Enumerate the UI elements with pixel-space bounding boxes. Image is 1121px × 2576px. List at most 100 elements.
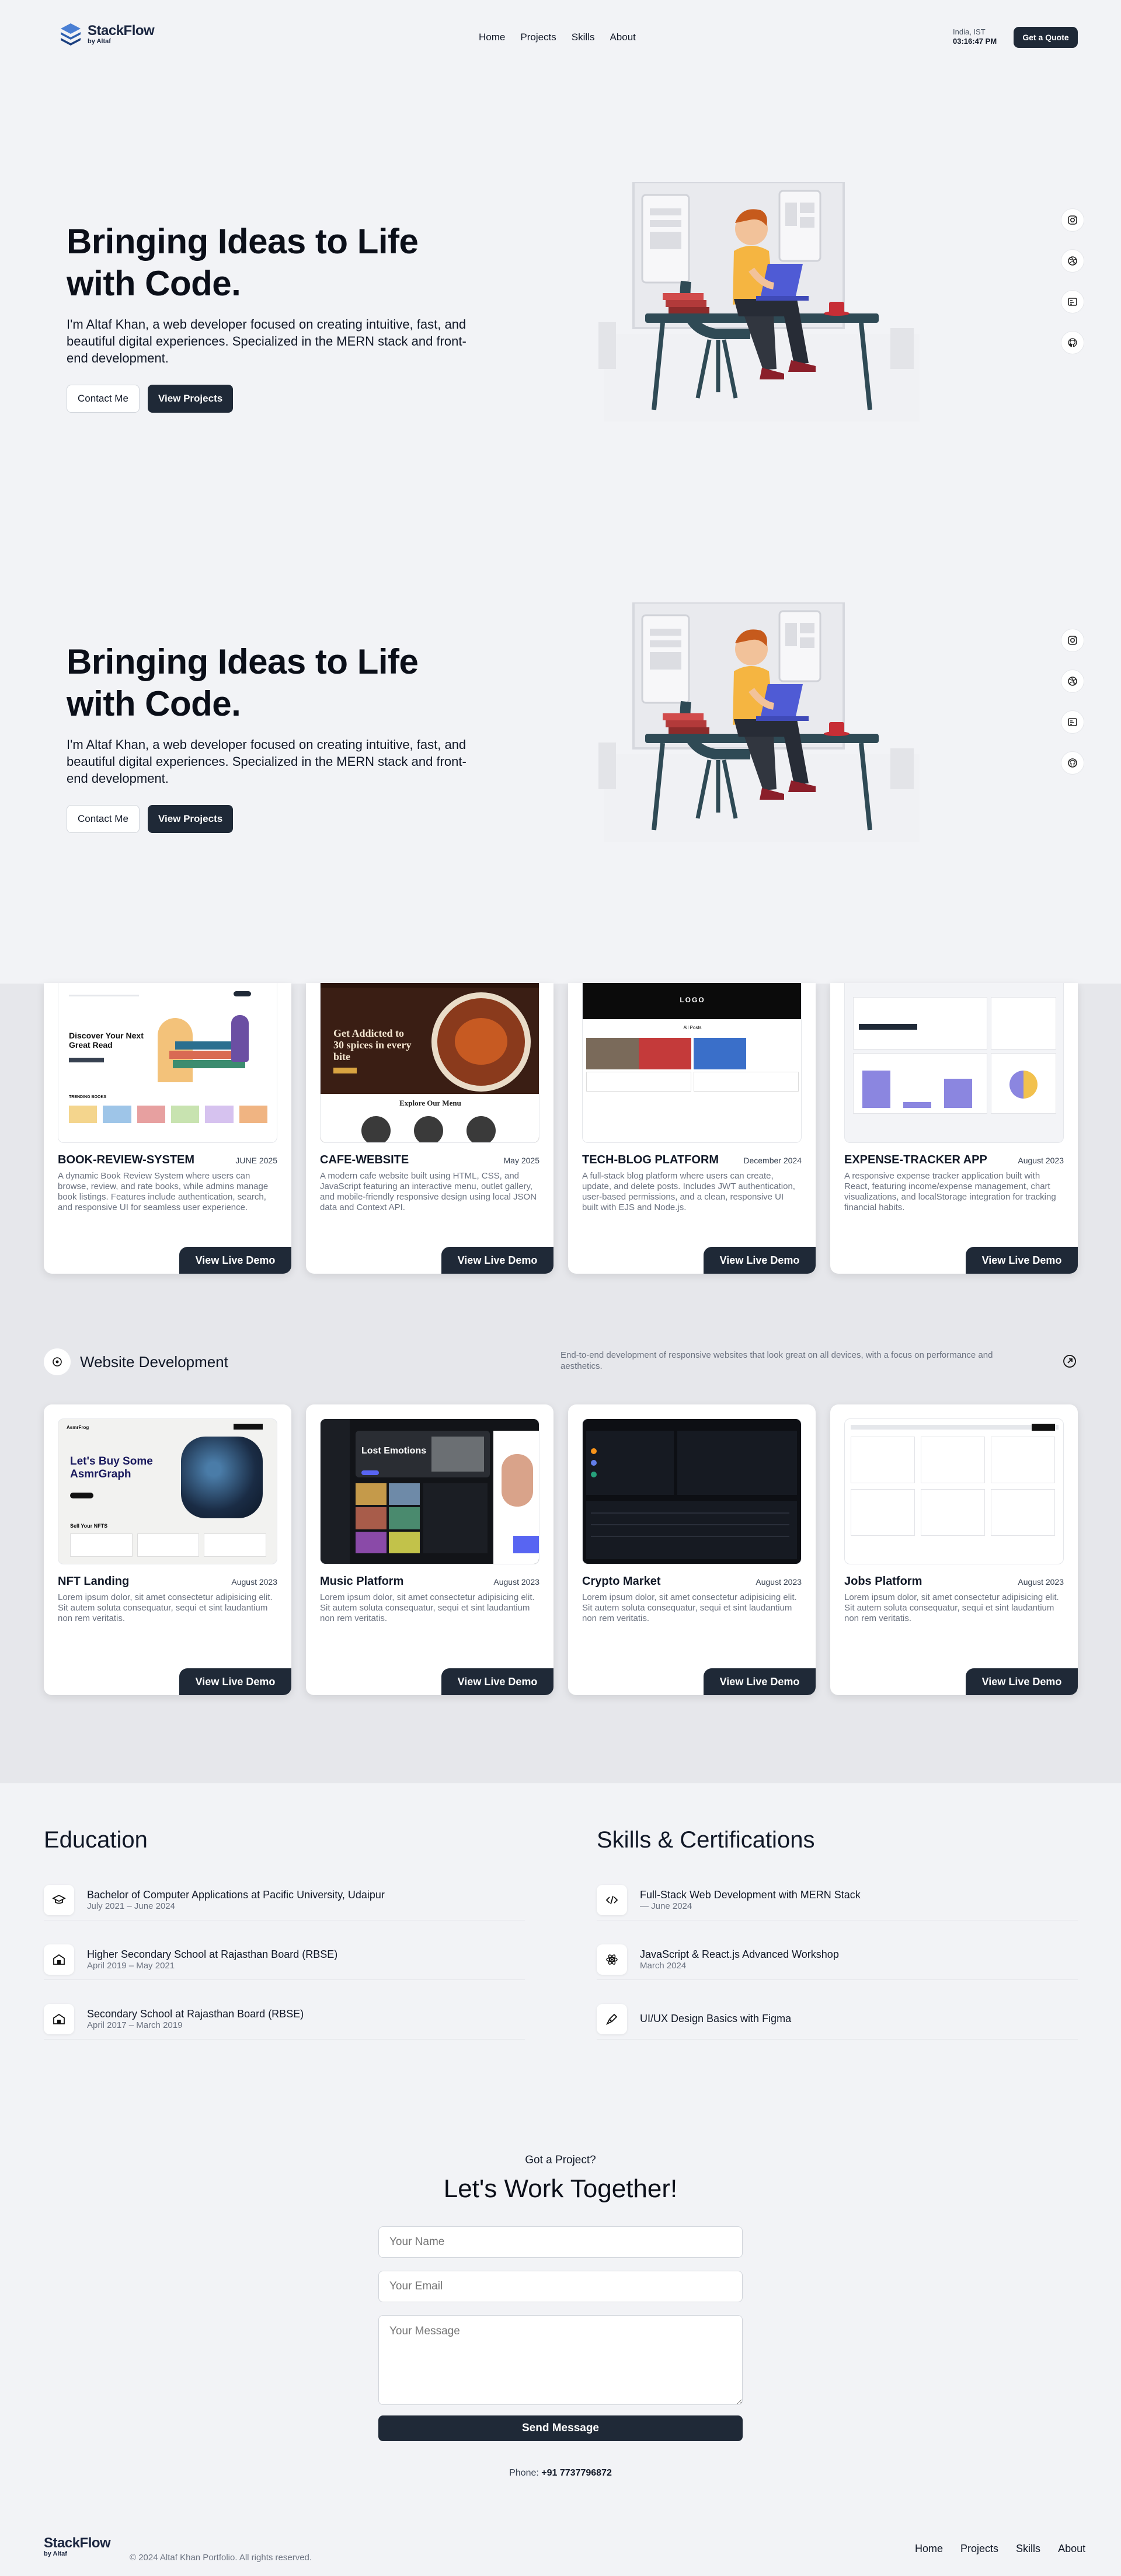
- stack-logo-icon: [61, 23, 81, 46]
- project-title: Jobs Platform: [844, 1575, 922, 1588]
- hero-buttons: Contact Me View Projects: [67, 805, 234, 833]
- design-pen-icon: [605, 2013, 618, 2025]
- project-screenshot-music: Lost Emotions: [320, 1418, 539, 1564]
- graduation-cap-icon: [52, 1894, 66, 1904]
- project-title: TECH-BLOG PLATFORM: [582, 1153, 719, 1166]
- education-item-title: Secondary School at Rajasthan Board (RBS…: [87, 2007, 304, 2020]
- footer-link-about[interactable]: About: [1058, 2543, 1085, 2555]
- project-title: BOOK-REVIEW-SYSTEM: [58, 1153, 195, 1166]
- footer-links: Home Projects Skills About: [915, 2543, 1085, 2555]
- education-item: Secondary School at Rajasthan Board (RBS…: [44, 1999, 525, 2040]
- github-link[interactable]: [1061, 331, 1084, 354]
- email-input[interactable]: [378, 2271, 743, 2302]
- instagram-link[interactable]: [1061, 629, 1084, 652]
- cafe-thumb-headline: Get Addicted to 30 spices in every bite: [333, 1027, 412, 1062]
- instagram-icon: [1068, 215, 1077, 225]
- project-title: NFT Landing: [58, 1575, 130, 1588]
- project-date: August 2023: [231, 1577, 277, 1587]
- project-title: CAFE-WEBSITE: [320, 1153, 409, 1166]
- nft-thumb-brand: AsmrFrog: [67, 1425, 89, 1430]
- education-item-date: April 2019 – May 2021: [87, 1960, 175, 1971]
- skill-item: JavaScript & React.js Advanced Workshop M…: [597, 1939, 1078, 1980]
- project-card: AsmrFrog Let's Buy Some AsmrGraph Sell Y…: [44, 1404, 291, 1695]
- skill-item-icon: [597, 1944, 627, 1975]
- name-input[interactable]: [378, 2226, 743, 2258]
- education-item-date: July 2021 – June 2024: [87, 1901, 175, 1911]
- education-item: Bachelor of Computer Applications at Pac…: [44, 1880, 525, 1920]
- instagram-link[interactable]: [1061, 208, 1084, 232]
- social-links: [1061, 629, 1084, 775]
- skill-item-title: UI/UX Design Basics with Figma: [640, 2013, 792, 2024]
- local-time: India, IST 03:16:47 PM: [953, 27, 997, 46]
- view-live-demo-button[interactable]: View Live Demo: [179, 1247, 291, 1274]
- view-live-demo-button[interactable]: View Live Demo: [966, 1668, 1078, 1695]
- hero-intro: I'm Altaf Khan, a web developer focused …: [67, 737, 466, 786]
- book-thumb-sub: TRENDING BOOKS: [69, 1095, 107, 1099]
- send-message-button[interactable]: Send Message: [378, 2415, 743, 2441]
- logo[interactable]: StackFlow by Altaf: [60, 22, 155, 46]
- contact-eyebrow: Got a Project?: [525, 2154, 596, 2166]
- skill-item-title: Full-Stack Web Development with MERN Sta…: [640, 1888, 861, 1901]
- message-textarea[interactable]: [378, 2315, 743, 2405]
- nav-link-projects[interactable]: Projects: [520, 32, 556, 43]
- education-item-icon: [44, 2003, 74, 2034]
- project-date: December 2024: [743, 1156, 802, 1165]
- footer-link-projects[interactable]: Projects: [960, 2543, 998, 2555]
- website-development-header: Website Development: [44, 1348, 228, 1375]
- view-live-demo-button[interactable]: View Live Demo: [179, 1668, 291, 1695]
- dribbble-link[interactable]: [1061, 249, 1084, 273]
- view-live-demo-button[interactable]: View Live Demo: [441, 1668, 553, 1695]
- react-atom-icon: [606, 1954, 618, 1965]
- github-icon: [1068, 338, 1077, 347]
- nft-thumb-sub: Sell Your NFTS: [70, 1523, 108, 1529]
- hero-buttons: Contact Me View Projects: [67, 385, 234, 413]
- contact-title: Let's Work Together!: [443, 2174, 678, 2203]
- footer-link-skills[interactable]: Skills: [1016, 2543, 1040, 2555]
- education-item-icon: [44, 1944, 74, 1975]
- view-live-demo-button[interactable]: View Live Demo: [966, 1247, 1078, 1274]
- get-quote-button[interactable]: Get a Quote: [1014, 27, 1078, 48]
- project-card: Jobs Platform August 2023 Lorem ipsum do…: [830, 1404, 1078, 1695]
- behance-icon: [1068, 298, 1077, 306]
- developer-illustration: [598, 602, 920, 842]
- view-live-demo-button[interactable]: View Live Demo: [441, 1247, 553, 1274]
- project-title: Music Platform: [320, 1575, 404, 1588]
- behance-link[interactable]: [1061, 710, 1084, 734]
- project-description: Lorem ipsum dolor, sit amet consectetur …: [58, 1592, 273, 1623]
- code-icon: [605, 1895, 618, 1904]
- behance-link[interactable]: [1061, 290, 1084, 313]
- skill-item-icon: [597, 2003, 627, 2034]
- top-nav: StackFlow by Altaf Home Projects Skills …: [0, 0, 1121, 75]
- contact-me-button[interactable]: Contact Me: [67, 805, 140, 833]
- cafe-thumb-sub: Explore Our Menu: [399, 1099, 461, 1107]
- nav-link-home[interactable]: Home: [479, 32, 505, 43]
- section-link[interactable]: [1059, 1351, 1080, 1372]
- view-projects-button[interactable]: View Projects: [147, 385, 234, 413]
- phone-number[interactable]: +91 7737796872: [541, 2468, 612, 2478]
- project-description: Lorem ipsum dolor, sit amet consectetur …: [844, 1592, 1059, 1623]
- contact-me-button[interactable]: Contact Me: [67, 385, 140, 413]
- footer-logo[interactable]: StackFlow by Altaf: [44, 2535, 111, 2557]
- view-live-demo-button[interactable]: View Live Demo: [704, 1668, 816, 1695]
- project-date: May 2025: [503, 1156, 539, 1165]
- project-date: JUNE 2025: [235, 1156, 277, 1165]
- nav-link-skills[interactable]: Skills: [572, 32, 595, 43]
- education-item-title: Bachelor of Computer Applications at Pac…: [87, 1888, 385, 1901]
- view-projects-button[interactable]: View Projects: [147, 805, 234, 833]
- dribbble-link[interactable]: [1061, 670, 1084, 693]
- project-card: Crypto Market August 2023 Lorem ipsum do…: [568, 1404, 816, 1695]
- nav-link-about[interactable]: About: [610, 32, 635, 43]
- project-date: August 2023: [493, 1577, 539, 1587]
- project-screenshot-cafe: Get Addicted to 30 spices in every bite …: [320, 983, 539, 1143]
- footer-link-home[interactable]: Home: [915, 2543, 943, 2555]
- instagram-icon: [1068, 636, 1077, 645]
- project-card: Lost Emotions Music Platform August 2023…: [306, 1404, 553, 1695]
- view-live-demo-button[interactable]: View Live Demo: [704, 1247, 816, 1274]
- external-link-icon: [1063, 1355, 1076, 1368]
- github-link[interactable]: [1061, 751, 1084, 775]
- skills-title: Skills & Certifications: [597, 1827, 815, 1853]
- school-building-icon: [53, 1954, 65, 1965]
- education-title: Education: [44, 1827, 148, 1853]
- project-description: A full-stack blog platform where users c…: [582, 1171, 795, 1212]
- behance-icon: [1068, 718, 1077, 726]
